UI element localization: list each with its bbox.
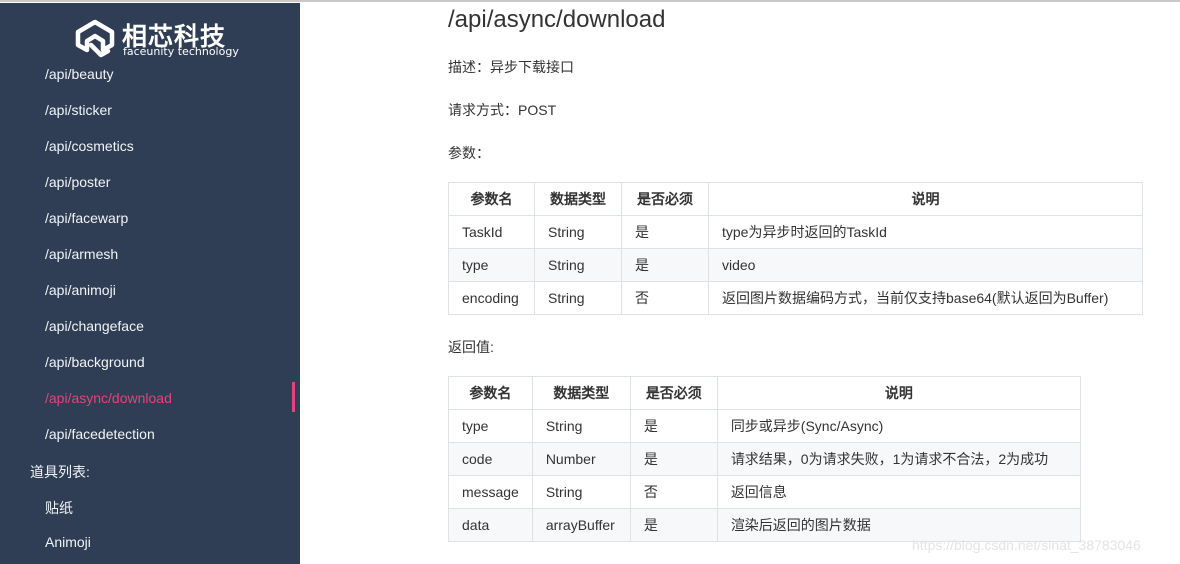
column-header: 参数名 (448, 182, 535, 216)
sidebar: /api/beauty /api/sticker /api/cosmetics … (0, 3, 300, 564)
column-header: 说明 (708, 182, 1143, 216)
table-cell: Number (531, 442, 631, 476)
table-cell: 返回信息 (716, 475, 1082, 509)
table-cell: String (531, 475, 631, 509)
table-cell: 是 (621, 248, 709, 282)
sidebar-group-label: 道具列表: (30, 464, 90, 480)
table-cell: 是 (621, 215, 709, 249)
logo[interactable]: 相芯科技 faceunity technology (0, 3, 300, 65)
sidebar-item-sticker[interactable]: /api/sticker (45, 102, 112, 118)
table-cell: type (448, 409, 533, 443)
table-cell: 请求结果，0为请求失败，1为请求不合法，2为成功 (716, 442, 1082, 476)
table-cell: 是 (629, 442, 718, 476)
column-header: 说明 (716, 376, 1082, 410)
table-cell: 同步或异步(Sync/Async) (716, 409, 1082, 443)
table-row: code Number 是 请求结果，0为请求失败，1为请求不合法，2为成功 (448, 442, 1082, 476)
sidebar-item-poster[interactable]: /api/poster (45, 174, 110, 190)
faceunity-logo-icon (75, 19, 115, 58)
sidebar-item-facedetection[interactable]: /api/facedetection (45, 426, 155, 442)
column-header: 是否必须 (621, 182, 709, 216)
sidebar-item-cosmetics[interactable]: /api/cosmetics (45, 138, 134, 154)
column-header: 数据类型 (534, 182, 622, 216)
table-row: type String 是 同步或异步(Sync/Async) (448, 409, 1082, 443)
table-header-row: 参数名 数据类型 是否必须 说明 (448, 376, 1082, 410)
description-text: 描述：异步下载接口 (448, 59, 574, 75)
sidebar-item-async-download[interactable]: /api/async/download (45, 390, 172, 406)
params-table: 参数名 数据类型 是否必须 说明 TaskId String 是 type为异步… (448, 182, 1143, 315)
table-cell: 是 (629, 508, 718, 542)
active-indicator (292, 382, 295, 412)
sidebar-item-changeface[interactable]: /api/changeface (45, 318, 144, 334)
sidebar-item-facewarp[interactable]: /api/facewarp (45, 210, 128, 226)
params-label: 参数： (448, 145, 490, 161)
table-cell: String (534, 281, 622, 315)
watermark: https://blog.csdn.net/sinat_38783046 (912, 537, 1141, 553)
page-title: /api/async/download (448, 6, 666, 33)
table-cell: encoding (448, 281, 535, 315)
table-cell: 返回图片数据编码方式，当前仅支持base64(默认返回为Buffer) (708, 281, 1143, 315)
table-cell: arrayBuffer (531, 508, 631, 542)
table-cell: type为异步时返回的TaskId (708, 215, 1143, 249)
sidebar-item-armesh[interactable]: /api/armesh (45, 246, 118, 262)
table-cell: data (448, 508, 533, 542)
column-header: 数据类型 (531, 376, 631, 410)
table-cell: type (448, 248, 535, 282)
table-row: message String 否 返回信息 (448, 475, 1082, 509)
sidebar-item-animoji-props[interactable]: Animoji (45, 534, 91, 550)
sidebar-item-beauty[interactable]: /api/beauty (45, 66, 114, 82)
table-cell: String (534, 215, 622, 249)
table-cell: String (531, 409, 631, 443)
column-header: 参数名 (448, 376, 533, 410)
table-cell: TaskId (448, 215, 535, 249)
return-table: 参数名 数据类型 是否必须 说明 type String 是 同步或异步(Syn… (448, 376, 1082, 542)
table-row: type String 是 video (448, 248, 1143, 282)
top-divider (0, 0, 1180, 2)
table-cell: String (534, 248, 622, 282)
brand-tagline: faceunity technology (123, 45, 239, 58)
table-cell: message (448, 475, 533, 509)
sidebar-item-background[interactable]: /api/background (45, 354, 145, 370)
table-row: TaskId String 是 type为异步时返回的TaskId (448, 215, 1143, 249)
table-cell: video (708, 248, 1143, 282)
sidebar-item-animoji[interactable]: /api/animoji (45, 282, 116, 298)
column-header: 是否必须 (629, 376, 718, 410)
return-label: 返回值: (448, 339, 494, 355)
table-row: encoding String 否 返回图片数据编码方式，当前仅支持base64… (448, 281, 1143, 315)
method-text: 请求方式：POST (448, 102, 557, 118)
sidebar-item-stickers-cn[interactable]: 贴纸 (45, 498, 73, 518)
table-header-row: 参数名 数据类型 是否必须 说明 (448, 182, 1143, 216)
table-cell: 否 (621, 281, 709, 315)
table-cell: 是 (629, 409, 718, 443)
table-cell: code (448, 442, 533, 476)
table-cell: 否 (629, 475, 718, 509)
